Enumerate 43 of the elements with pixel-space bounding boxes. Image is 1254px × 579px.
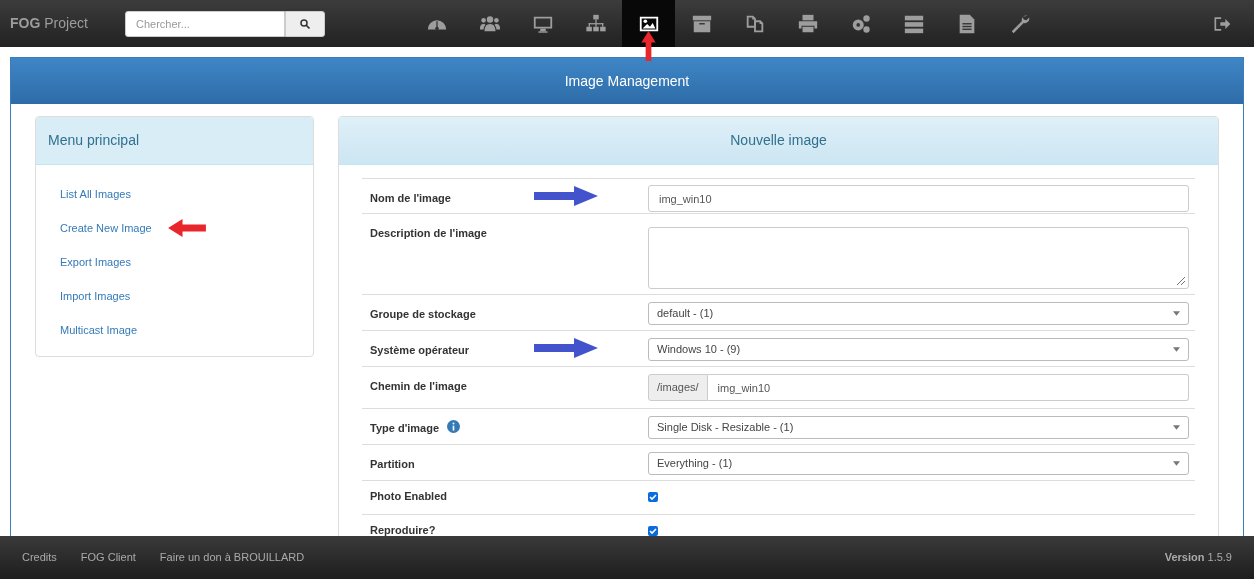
field-label: Reproduire? bbox=[370, 523, 436, 536]
checkbox[interactable] bbox=[648, 492, 658, 502]
info-icon[interactable] bbox=[447, 420, 461, 433]
printer-icon bbox=[796, 12, 819, 35]
panel-header: Image Management bbox=[11, 58, 1243, 104]
footer-link[interactable]: FOG Client bbox=[80, 549, 136, 566]
field-label: Système opérateur bbox=[370, 343, 470, 358]
field-label: Type d'image bbox=[370, 421, 440, 436]
select-field[interactable]: Windows 10 - (9) bbox=[648, 338, 1189, 361]
field-label: Nom de l'image bbox=[370, 191, 451, 206]
search-button[interactable] bbox=[285, 10, 325, 37]
menu-link[interactable]: List All Images bbox=[60, 185, 131, 203]
input-prefix: /images/ bbox=[648, 374, 708, 401]
text-field[interactable]: img_win10 bbox=[648, 185, 1189, 212]
resize-handle-icon[interactable] bbox=[1176, 276, 1186, 286]
select-field[interactable]: default - (1) bbox=[648, 302, 1189, 325]
footer-link[interactable]: Credits bbox=[22, 549, 57, 566]
textarea-field[interactable] bbox=[648, 227, 1189, 289]
caret-icon bbox=[1173, 311, 1180, 316]
text-field[interactable]: img_win10 bbox=[707, 374, 1189, 401]
field-label: Description de l'image bbox=[370, 226, 487, 241]
menu-link[interactable]: Multicast Image bbox=[60, 321, 138, 339]
checkbox[interactable] bbox=[648, 526, 658, 536]
footer-link[interactable]: Faire un don à BROUILLARD bbox=[159, 549, 305, 566]
field-label: Groupe de stockage bbox=[370, 307, 476, 322]
field-label: Chemin de l'image bbox=[370, 379, 467, 394]
search-field[interactable]: Chercher... bbox=[125, 10, 285, 37]
caret-icon bbox=[1173, 425, 1180, 430]
caret-icon bbox=[1173, 347, 1180, 352]
select-field[interactable]: Single Disk - Resizable - (1) bbox=[648, 416, 1189, 439]
field-label: Photo Enabled bbox=[370, 489, 447, 504]
brand-logo[interactable]: FOG Project bbox=[10, 13, 125, 34]
field-label: Partition bbox=[370, 457, 415, 472]
caret-icon bbox=[1173, 461, 1180, 466]
nav-tab[interactable] bbox=[622, 0, 675, 47]
menu-link[interactable]: Import Images bbox=[60, 287, 131, 305]
select-field[interactable]: Everything - (1) bbox=[648, 452, 1189, 475]
menu-title: Menu principal bbox=[36, 117, 313, 165]
menu-link[interactable]: Export Images bbox=[60, 253, 131, 271]
search-icon bbox=[299, 17, 311, 30]
version-text: Version 1.5.9 bbox=[1164, 550, 1232, 566]
form-title: Nouvelle image bbox=[339, 117, 1218, 165]
menu-link[interactable]: Create New Image bbox=[60, 219, 152, 237]
